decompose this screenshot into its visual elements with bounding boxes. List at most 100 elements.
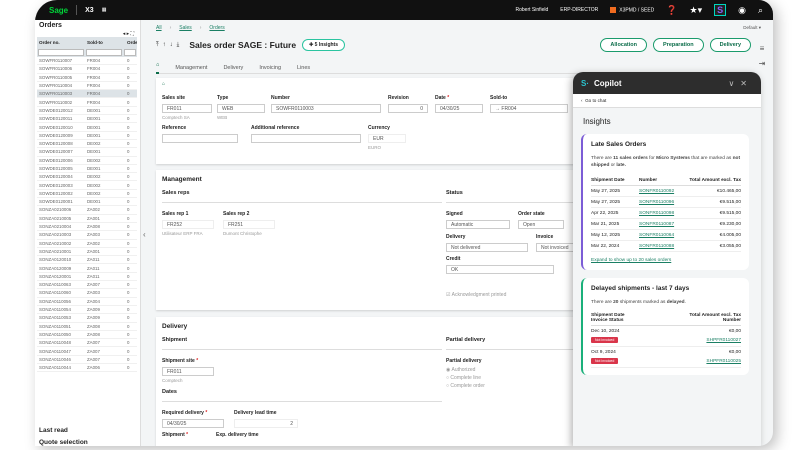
filter-date[interactable] [124,48,136,56]
order-link[interactable]: SONFR0110096 [639,200,689,205]
table-row[interactable]: SOWDE0120012 DE001 0 [37,107,137,116]
reference-field[interactable] [162,134,238,143]
folder[interactable]: X3PMD / SEED [610,6,654,13]
table-row[interactable]: SONZA0120009 ZA011 0 [37,264,137,273]
table-row[interactable]: SONZA0110053 ZA009 0 [37,314,137,323]
collapse-panel-icon[interactable]: ‹ [143,230,146,239]
filter-order-no[interactable] [38,48,84,56]
expand-link[interactable]: Expand to show up to 20 sales orders [591,258,741,263]
table-row[interactable]: SONZA0110046 ZA007 0 [37,356,137,364]
sage-logo[interactable]: Sage [49,6,68,15]
radio-complete-order[interactable]: ○ Complete order [446,383,485,389]
table-row[interactable]: SOWDE0120006 DE002 0 [37,157,137,165]
table-row[interactable]: SONZA0110060 ZA003 0 [37,289,137,298]
table-row[interactable]: SOWDE0120011 DE001 0 [37,115,137,124]
breadcrumb-sales[interactable]: Sales [179,25,192,31]
table-row[interactable]: SOWDE0120002 DE002 0 [37,190,137,199]
table-row[interactable]: SONZA0210003 ZA003 0 [37,231,137,240]
breadcrumb-all[interactable]: All [156,25,162,31]
table-row[interactable]: SOWDE0120007 DE001 0 [37,148,137,157]
order-link[interactable]: SONFR0110088 [639,244,689,249]
tab-home[interactable]: ⌂ [156,62,160,74]
minimize-icon[interactable]: ∨ [728,79,740,88]
quote-selection-section[interactable]: Quote selection [39,439,88,446]
table-row[interactable]: SONZA0110056 ZA004 0 [37,298,137,306]
invoice-status-field[interactable]: Not invoiced [536,243,578,252]
sold-to-field[interactable]: → FR004 [490,104,568,113]
allocation-button[interactable]: Allocation [600,38,648,52]
last-read-section[interactable]: Last read [39,427,68,434]
table-row[interactable]: SONZA0120010 ZA011 0 [37,256,137,265]
search-icon[interactable]: ⌕ [758,5,763,16]
col-order-date[interactable]: Order d [127,40,137,45]
table-row[interactable]: SOWFR0110002 FR004 0 [37,98,137,107]
close-icon[interactable]: ✕ [740,79,753,88]
table-row[interactable]: SONZA0210002 ZA002 0 [37,240,137,248]
order-link[interactable]: SONFR0110064 [639,233,689,238]
go-to-chat-link[interactable]: ‹ Go to chat [573,94,761,108]
table-row[interactable]: SOWDE0120003 DE002 0 [37,181,137,190]
table-row[interactable]: SOWDE0120010 DE001 0 [37,123,137,132]
role[interactable]: ERP-DIRECTOR [560,7,598,13]
table-row[interactable]: SONZA0210005 ZA001 0 [37,215,137,223]
acknowledgment-checkbox[interactable]: ☑ Acknowledgment printed [446,292,506,298]
compass-icon[interactable]: ◉ [738,5,746,16]
tab-delivery[interactable]: Delivery [223,65,243,71]
table-row[interactable]: SONZA0110063 ZA007 0 [37,281,137,290]
order-link[interactable]: SONFR0110098 [639,211,689,216]
radio-authorized[interactable]: ◉ Authorized [446,367,475,373]
preparation-button[interactable]: Preparation [653,38,704,52]
table-row[interactable]: SOWDE0120008 DE002 0 [37,140,137,149]
table-row[interactable]: SONZA0110054 ZA009 0 [37,306,137,315]
delivery-status-field[interactable]: Not delivered [446,243,528,252]
record-nav-icons[interactable]: ⤒↑↓⤓ [156,42,183,49]
menu-icon[interactable]: ≡ [755,44,769,53]
lead-time-field[interactable]: 2 [234,419,298,428]
table-row[interactable]: SOWFR0110006 FR004 0 [37,65,137,74]
shipment-link[interactable]: SHPFR0110027 [666,338,741,343]
date-field[interactable]: 04/30/25 [435,104,483,113]
revision-field[interactable]: 0 [388,104,428,113]
number-field[interactable]: SOWFR0110003 [271,104,381,113]
table-row[interactable]: SOWDE0120005 DE001 0 [37,165,137,174]
star-icon[interactable]: ★▾ [690,5,703,16]
type-field[interactable]: WEB [217,104,265,113]
table-row[interactable]: SONZA0120001 ZA011 0 [37,273,137,282]
breadcrumb-orders[interactable]: Orders [209,25,224,31]
table-row[interactable]: SONZA0110050 ZA008 0 [37,331,137,340]
required-delivery-field[interactable]: 04/30/25 [162,419,224,428]
order-link[interactable]: SONFR0110092 [639,189,689,194]
calendar-icon[interactable]: ▦ [102,7,107,13]
tab-invoicing[interactable]: Invoicing [259,65,281,71]
credit-field[interactable]: OK [446,265,554,274]
tab-lines[interactable]: Lines [297,65,310,71]
table-row[interactable]: SOWDE0120004 DE002 0 [37,173,137,182]
tab-management[interactable]: Management [175,65,207,71]
order-link[interactable]: SONFR0110087 [639,222,689,227]
order-state-field[interactable]: Open [518,220,564,229]
filter-sold-to[interactable] [86,48,122,56]
default-dropdown[interactable]: Default ▾ [743,25,761,31]
shipment-site-field[interactable]: FR011 [162,367,214,376]
user-name[interactable]: Robert Sinfield [516,7,549,13]
additional-reference-field[interactable] [251,134,361,143]
table-row[interactable]: SOWDE0120001 DE001 0 [37,198,137,207]
col-order-no[interactable]: Order no. [37,40,87,45]
sales-rep2-field[interactable]: FR251 [223,220,275,229]
col-sold-to[interactable]: Sold-to [87,40,127,45]
table-row[interactable]: SONZA0110047 ZA007 0 [37,347,137,356]
shipment-link[interactable]: SHPFR0110025 [666,359,741,364]
copilot-icon[interactable]: S [714,4,727,16]
table-row[interactable]: SONZA0210004 ZA008 0 [37,223,137,232]
table-row[interactable]: SOWFR0110004 FR004 0 [37,82,137,91]
exit-icon[interactable]: ⇥ [755,59,769,68]
help-icon[interactable]: ❓ [666,5,677,16]
delivery-button[interactable]: Delivery [709,38,751,52]
table-row[interactable]: SOWFR0110005 FR004 0 [37,74,137,82]
table-row[interactable]: SONZA0110051 ZA008 0 [37,323,137,331]
table-row[interactable]: SOWFR0110007 FR004 0 [37,57,137,66]
sales-site-field[interactable]: FR011 [162,104,212,113]
table-row[interactable]: SONZA0210001 ZA001 0 [37,248,137,257]
radio-complete-line[interactable]: ○ Complete line [446,375,481,381]
table-row[interactable]: SOWDE0120009 DE001 0 [37,132,137,140]
